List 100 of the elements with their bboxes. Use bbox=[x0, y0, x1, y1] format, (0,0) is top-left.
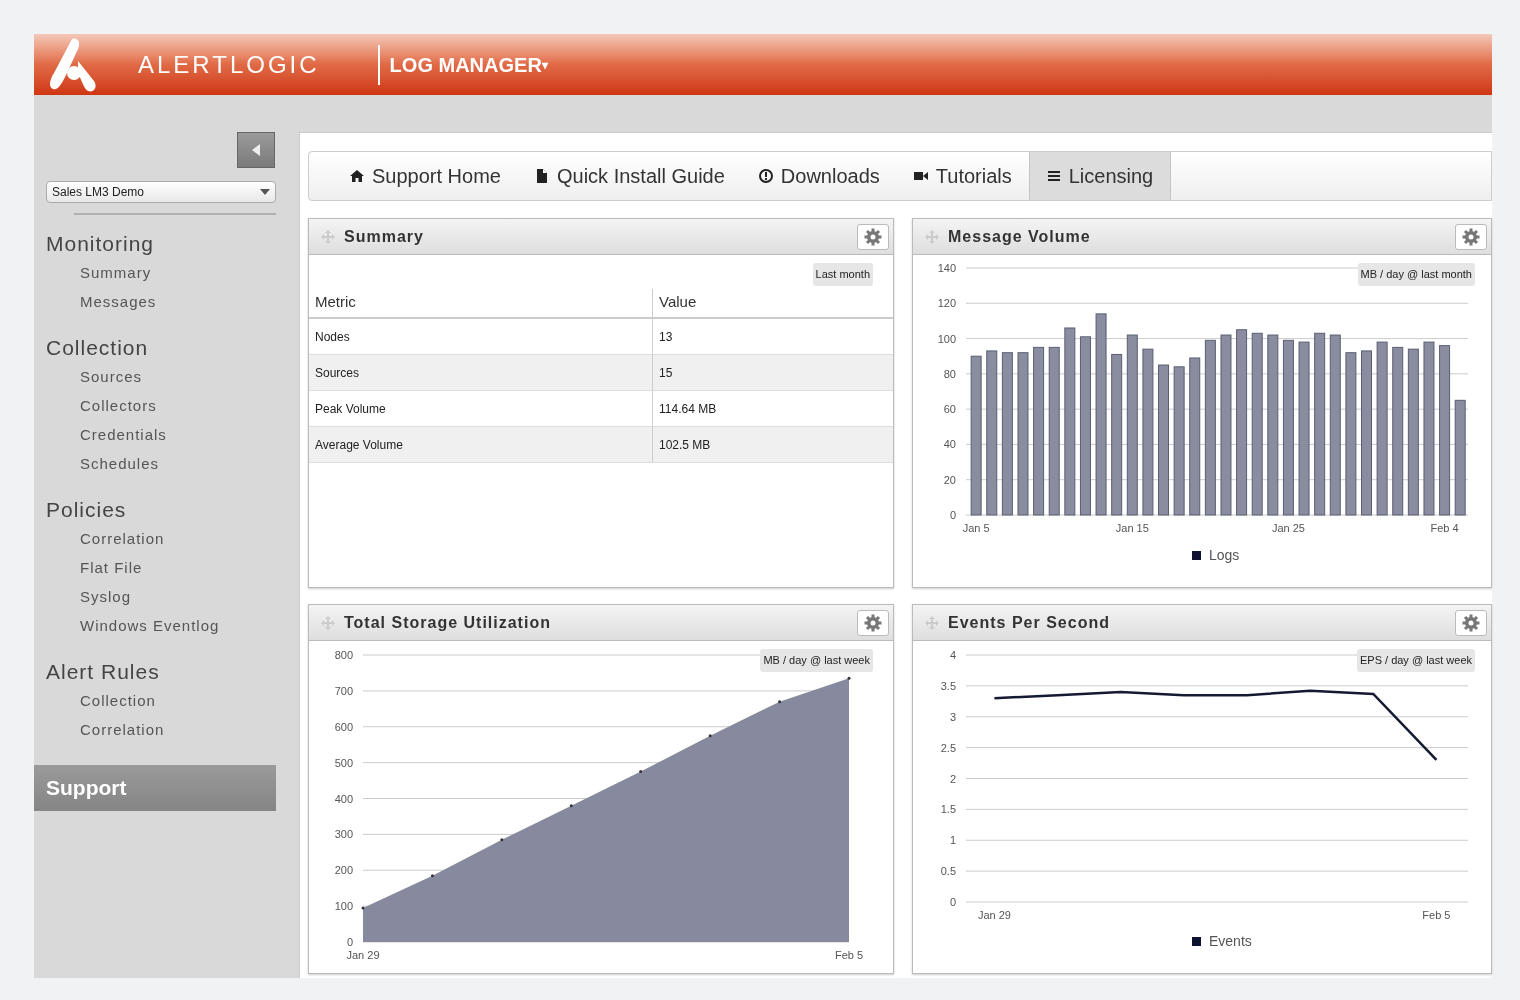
table-cell-text: 13 bbox=[658, 328, 673, 346]
data-point bbox=[430, 874, 434, 878]
camera-icon bbox=[913, 169, 928, 183]
sidebar-section[interactable]: Alert Rules bbox=[34, 657, 297, 687]
data-point bbox=[847, 676, 851, 680]
sidebar-item[interactable]: Sources bbox=[34, 363, 297, 392]
data-point bbox=[569, 804, 573, 808]
sidebar-item[interactable]: Flat File bbox=[34, 554, 297, 583]
x-tick-label: Feb 5 bbox=[834, 949, 864, 961]
column-header: Value bbox=[658, 291, 697, 312]
legend-label: Logs bbox=[1209, 547, 1240, 563]
move-icon bbox=[925, 615, 939, 630]
sidebar-item[interactable]: Correlation bbox=[34, 716, 297, 745]
sidebar-section[interactable]: Monitoring bbox=[34, 229, 297, 259]
table-cell: Nodes bbox=[309, 319, 653, 354]
home-icon bbox=[350, 169, 364, 183]
settings-button[interactable] bbox=[1455, 609, 1487, 636]
settings-button[interactable] bbox=[1455, 223, 1487, 250]
range-label: EPS / day @ last week bbox=[1356, 649, 1475, 672]
y-tick-label: 300 bbox=[334, 828, 353, 841]
y-tick-label: 700 bbox=[334, 684, 353, 697]
y-tick-label: 80 bbox=[943, 367, 956, 380]
logo-icon bbox=[48, 36, 98, 93]
y-tick-label: 0 bbox=[949, 896, 956, 908]
sidebar-item[interactable]: Schedules bbox=[34, 450, 297, 479]
y-tick-label: 400 bbox=[334, 792, 353, 805]
list-icon bbox=[1046, 169, 1061, 183]
table-cell-text: 15 bbox=[658, 364, 673, 382]
product-menu[interactable]: LOG MANAGER▾ bbox=[389, 49, 548, 80]
sidebar-item[interactable]: Collectors bbox=[34, 392, 297, 421]
settings-button[interactable] bbox=[857, 223, 889, 250]
brand-name: ALERTLOGIC bbox=[138, 49, 320, 80]
x-tick-label: Jan 29 bbox=[977, 909, 1011, 921]
table-cell: Average Volume bbox=[309, 427, 653, 462]
sidebar-item[interactable]: Syslog bbox=[34, 583, 297, 612]
y-tick-label: 4 bbox=[949, 649, 956, 661]
y-tick-label: 2.5 bbox=[940, 741, 956, 754]
sidebar-section[interactable]: Support bbox=[34, 765, 276, 811]
table-cell: Sources bbox=[309, 355, 653, 390]
sidebar-item[interactable]: Summary bbox=[34, 259, 297, 288]
sidebar-item[interactable]: Collection bbox=[34, 687, 297, 716]
y-tick-label: 800 bbox=[334, 649, 353, 661]
y-tick-label: 20 bbox=[943, 473, 956, 486]
tab[interactable]: Tutorials bbox=[896, 152, 1029, 200]
y-tick-label: 200 bbox=[334, 864, 353, 877]
y-tick-label: 40 bbox=[943, 438, 956, 451]
sidebar-item[interactable]: Messages bbox=[34, 288, 297, 317]
legend-swatch bbox=[1192, 551, 1201, 560]
tab[interactable]: Downloads bbox=[741, 152, 897, 200]
y-tick-label: 0.5 bbox=[940, 865, 956, 878]
data-point bbox=[361, 906, 365, 910]
x-tick-label: Jan 29 bbox=[346, 949, 380, 961]
move-icon bbox=[321, 229, 335, 244]
data-point bbox=[778, 700, 782, 704]
x-tick-label: Jan 15 bbox=[1115, 522, 1149, 534]
sidebar-section[interactable]: Policies bbox=[34, 495, 297, 525]
y-tick-label: 0 bbox=[949, 509, 956, 521]
data-point bbox=[708, 734, 712, 738]
x-tick-label: Jan 5 bbox=[962, 522, 990, 534]
move-icon bbox=[321, 615, 335, 630]
data-point bbox=[639, 770, 643, 774]
y-tick-label: 1.5 bbox=[940, 803, 956, 816]
y-tick-label: 2 bbox=[949, 772, 956, 785]
collapse-button[interactable] bbox=[237, 132, 275, 168]
file-icon bbox=[534, 169, 549, 183]
panel-title: Summary bbox=[344, 226, 425, 247]
circle-icon bbox=[758, 169, 773, 183]
y-tick-label: 3 bbox=[949, 710, 956, 723]
x-tick-label: Jan 25 bbox=[1271, 522, 1305, 534]
sidebar-item[interactable]: Windows Eventlog bbox=[34, 612, 297, 641]
y-tick-label: 600 bbox=[334, 720, 353, 733]
y-tick-label: 140 bbox=[937, 262, 956, 274]
tab[interactable]: Quick Install Guide bbox=[517, 152, 742, 200]
tab[interactable]: Licensing bbox=[1028, 152, 1172, 200]
table-cell: Peak Volume bbox=[309, 391, 653, 426]
sidebar-item[interactable]: Correlation bbox=[34, 525, 297, 554]
panel-title: Message Volume bbox=[948, 226, 1092, 247]
range-label: MB / day @ last week bbox=[760, 649, 873, 672]
legend-swatch bbox=[1192, 937, 1201, 946]
range-label: MB / day @ last month bbox=[1357, 263, 1475, 286]
tab[interactable]: Support Home bbox=[333, 152, 518, 200]
x-tick-label: Feb 5 bbox=[1422, 909, 1451, 921]
y-tick-label: 100 bbox=[334, 900, 353, 913]
x-tick-label: Feb 4 bbox=[1430, 522, 1459, 534]
panel-title: Events Per Second bbox=[948, 612, 1111, 633]
y-tick-label: 120 bbox=[937, 297, 956, 310]
sidebar-section[interactable]: Collection bbox=[34, 333, 297, 363]
move-icon bbox=[925, 229, 939, 244]
legend-label: Events bbox=[1209, 933, 1252, 949]
data-point bbox=[500, 838, 504, 842]
account-dropdown[interactable]: Sales LM3 Demo bbox=[46, 181, 276, 203]
column-header: Metric bbox=[309, 289, 653, 317]
range-label: Last month bbox=[812, 263, 873, 286]
table-cell-text: 102.5 MB bbox=[658, 436, 711, 454]
settings-button[interactable] bbox=[857, 609, 889, 636]
table-cell-text: 114.64 MB bbox=[658, 400, 717, 418]
panel-title: Total Storage Utilization bbox=[344, 612, 552, 633]
sidebar-item[interactable]: Credentials bbox=[34, 421, 297, 450]
y-tick-label: 1 bbox=[949, 834, 956, 847]
caret-icon bbox=[260, 189, 270, 195]
